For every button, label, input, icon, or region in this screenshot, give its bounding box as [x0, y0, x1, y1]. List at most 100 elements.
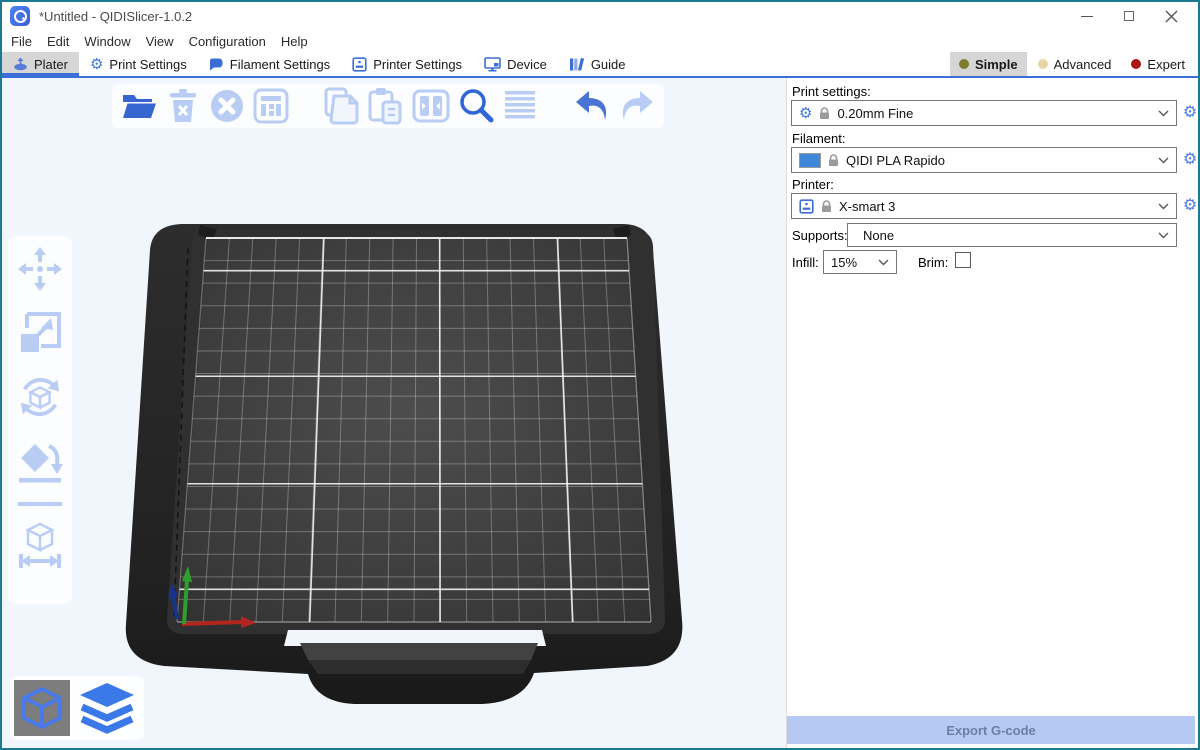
- tab-bar: Plater ⚙ Print Settings Filament Setting…: [2, 52, 1198, 78]
- tools-separator: [18, 502, 62, 506]
- print-settings-gear-button[interactable]: ⚙: [1181, 104, 1199, 122]
- split-button[interactable]: [412, 87, 450, 125]
- advanced-dot-icon: [1038, 59, 1048, 69]
- maximize-button[interactable]: [1122, 9, 1136, 23]
- mode-simple[interactable]: Simple: [950, 52, 1027, 76]
- tab-label: Printer Settings: [373, 57, 462, 72]
- app-logo-icon: [10, 6, 30, 26]
- preview-button[interactable]: [76, 680, 138, 736]
- minimize-icon: [1081, 16, 1093, 17]
- printer-label: Printer:: [792, 177, 834, 192]
- infill-dropdown[interactable]: 15%: [823, 250, 897, 274]
- filament-dropdown[interactable]: QIDI PLA Rapido: [791, 147, 1177, 173]
- tab-print-settings[interactable]: ⚙ Print Settings: [79, 52, 198, 76]
- delete-all-button[interactable]: [208, 87, 245, 125]
- 3d-editor-view-button[interactable]: [14, 680, 70, 736]
- menu-window[interactable]: Window: [84, 34, 130, 49]
- settings-panel: Print settings: ⚙ 0.20mm Fine ⚙ Filament…: [786, 78, 1198, 748]
- close-button[interactable]: [1164, 9, 1178, 23]
- undo-button[interactable]: [573, 87, 611, 125]
- undo-icon: [573, 89, 611, 123]
- split-icon: [412, 89, 450, 123]
- 3d-editor-cube-icon: [19, 685, 65, 731]
- maximize-icon: [1124, 11, 1134, 21]
- scale-icon: [17, 310, 63, 356]
- device-icon: [484, 57, 501, 72]
- lock-icon: [819, 107, 830, 120]
- redo-button[interactable]: [618, 87, 656, 125]
- 3d-viewport[interactable]: [2, 78, 786, 748]
- move-icon: [17, 246, 63, 292]
- infill-label: Infill:: [792, 255, 819, 270]
- simple-dot-icon: [959, 59, 969, 69]
- tab-guide[interactable]: Guide: [558, 52, 637, 76]
- place-on-face-tool-button[interactable]: [17, 438, 63, 484]
- export-gcode-button[interactable]: Export G-code: [787, 716, 1195, 744]
- tab-printer-settings[interactable]: Printer Settings: [341, 52, 473, 76]
- close-icon: [1165, 10, 1178, 23]
- arrange-button[interactable]: [252, 87, 289, 125]
- mode-label: Simple: [975, 57, 1018, 72]
- lock-icon: [821, 200, 832, 213]
- arrange-icon: [253, 88, 289, 124]
- preview-layers-icon: [78, 681, 136, 735]
- menu-configuration[interactable]: Configuration: [189, 34, 266, 49]
- filament-label: Filament:: [792, 131, 845, 146]
- printer-icon: [352, 57, 367, 72]
- rotate-tool-button[interactable]: [17, 374, 63, 420]
- chevron-down-icon: [1158, 157, 1169, 164]
- gear-icon: ⚙: [799, 106, 812, 121]
- rotate-icon: [17, 373, 63, 421]
- tab-label: Guide: [591, 57, 626, 72]
- open-button[interactable]: [120, 87, 157, 125]
- supports-dropdown[interactable]: None: [847, 223, 1177, 247]
- tab-plater[interactable]: Plater: [2, 52, 79, 76]
- layers-button[interactable]: [502, 87, 539, 125]
- move-tool-button[interactable]: [17, 246, 63, 292]
- brim-checkbox[interactable]: [955, 252, 971, 268]
- menu-file[interactable]: File: [11, 34, 32, 49]
- paste-icon: [368, 87, 404, 125]
- brim-label: Brim:: [918, 255, 948, 270]
- mode-label: Advanced: [1054, 57, 1112, 72]
- printer-gear-button[interactable]: ⚙: [1181, 197, 1199, 215]
- measure-icon: [17, 522, 63, 572]
- delete-all-icon: [210, 89, 244, 123]
- filament-color-swatch: [799, 153, 821, 168]
- menu-view[interactable]: View: [146, 34, 174, 49]
- tab-label: Filament Settings: [230, 57, 330, 72]
- scale-tool-button[interactable]: [17, 310, 63, 356]
- tab-device[interactable]: Device: [473, 52, 558, 76]
- search-button[interactable]: [457, 87, 495, 125]
- menu-bar: File Edit Window View Configuration Help: [2, 30, 1198, 52]
- lock-icon: [828, 154, 839, 167]
- mode-expert[interactable]: Expert: [1122, 52, 1194, 76]
- measure-tool-button[interactable]: [17, 524, 63, 570]
- chevron-down-icon: [1158, 110, 1169, 117]
- print-bed: [2, 78, 786, 748]
- open-folder-icon: [121, 91, 157, 121]
- expert-dot-icon: [1131, 59, 1141, 69]
- copy-button[interactable]: [324, 87, 361, 125]
- menu-help[interactable]: Help: [281, 34, 308, 49]
- minimize-button[interactable]: [1080, 9, 1094, 23]
- trash-icon: [168, 89, 198, 123]
- chevron-down-icon: [878, 259, 889, 266]
- filament-gear-button[interactable]: ⚙: [1181, 151, 1199, 169]
- printer-value: X-smart 3: [839, 199, 895, 214]
- view-switch: [10, 676, 144, 740]
- print-settings-label: Print settings:: [792, 84, 871, 99]
- redo-icon: [618, 89, 656, 123]
- delete-button[interactable]: [164, 87, 201, 125]
- mode-selector: Simple Advanced Expert: [950, 52, 1198, 76]
- tab-filament-settings[interactable]: Filament Settings: [198, 52, 341, 76]
- guide-icon: [569, 57, 585, 72]
- printer-dropdown[interactable]: X-smart 3: [791, 193, 1177, 219]
- chevron-down-icon: [1158, 203, 1169, 210]
- menu-edit[interactable]: Edit: [47, 34, 69, 49]
- mode-advanced[interactable]: Advanced: [1029, 52, 1121, 76]
- copy-icon: [324, 87, 360, 125]
- paste-button[interactable]: [368, 87, 405, 125]
- print-settings-dropdown[interactable]: ⚙ 0.20mm Fine: [791, 100, 1177, 126]
- print-settings-value: 0.20mm Fine: [837, 106, 913, 121]
